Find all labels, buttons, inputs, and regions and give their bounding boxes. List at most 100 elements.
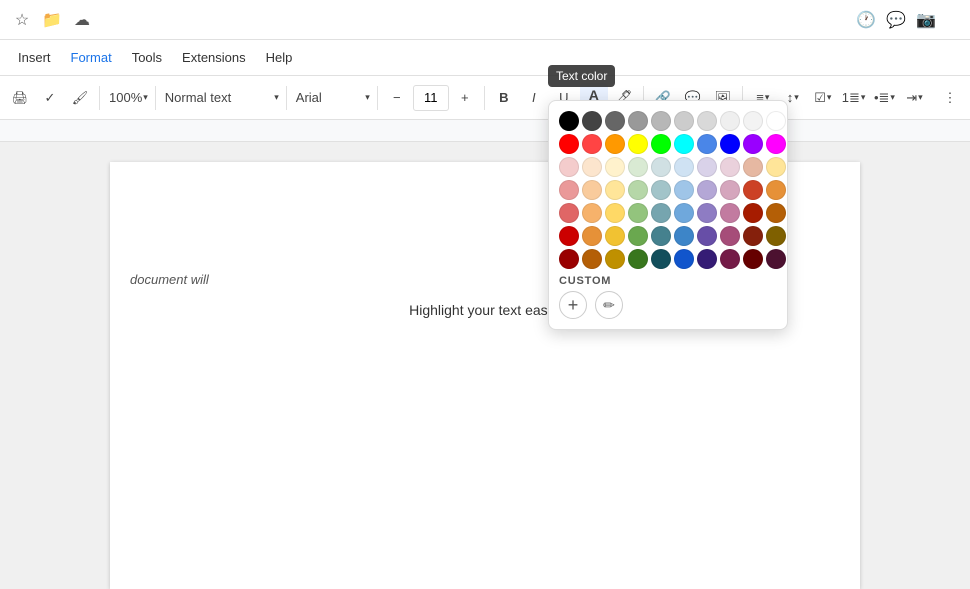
paint-format-button[interactable]: 🖌 <box>66 83 94 113</box>
color-swatch-3-9[interactable] <box>766 180 786 200</box>
color-swatch-6-2[interactable] <box>605 249 625 269</box>
color-swatch-2-3[interactable] <box>628 157 648 177</box>
color-swatch-1-9[interactable] <box>766 134 786 154</box>
color-swatch-5-3[interactable] <box>628 226 648 246</box>
color-swatch-4-8[interactable] <box>743 203 763 223</box>
italic-button[interactable]: I <box>520 83 548 113</box>
color-swatch-4-4[interactable] <box>651 203 671 223</box>
color-swatch-0-1[interactable] <box>582 111 602 131</box>
color-swatch-1-7[interactable] <box>720 134 740 154</box>
history-icon[interactable]: 🕐 <box>852 6 880 34</box>
color-swatch-2-9[interactable] <box>766 157 786 177</box>
color-swatch-0-2[interactable] <box>605 111 625 131</box>
color-swatch-3-5[interactable] <box>674 180 694 200</box>
color-swatch-0-6[interactable] <box>697 111 717 131</box>
color-swatch-6-1[interactable] <box>582 249 602 269</box>
color-swatch-3-4[interactable] <box>651 180 671 200</box>
checklist-dropdown[interactable]: ☑ ▾ <box>808 83 836 113</box>
color-swatch-0-4[interactable] <box>651 111 671 131</box>
font-size-increase-button[interactable]: + <box>451 83 479 113</box>
color-swatch-5-9[interactable] <box>766 226 786 246</box>
color-swatch-6-9[interactable] <box>766 249 786 269</box>
color-swatch-0-8[interactable] <box>743 111 763 131</box>
color-swatch-2-2[interactable] <box>605 157 625 177</box>
unordered-list-dropdown[interactable]: •≣ ▾ <box>869 83 897 113</box>
print-button[interactable]: 🖨 <box>6 83 34 113</box>
color-swatch-6-6[interactable] <box>697 249 717 269</box>
cloud-icon[interactable]: ☁ <box>68 6 96 34</box>
menu-item-format[interactable]: Format <box>61 46 122 69</box>
line-spacing-icon: ↕ <box>787 90 794 105</box>
color-swatch-2-0[interactable] <box>559 157 579 177</box>
color-swatch-2-8[interactable] <box>743 157 763 177</box>
color-swatch-4-1[interactable] <box>582 203 602 223</box>
color-swatch-4-6[interactable] <box>697 203 717 223</box>
color-swatch-4-7[interactable] <box>720 203 740 223</box>
menu-item-insert[interactable]: Insert <box>8 46 61 69</box>
color-swatch-5-4[interactable] <box>651 226 671 246</box>
pick-color-button[interactable]: ✏ <box>595 291 623 319</box>
color-swatch-4-5[interactable] <box>674 203 694 223</box>
color-swatch-5-5[interactable] <box>674 226 694 246</box>
font-size-decrease-button[interactable]: − <box>383 83 411 113</box>
color-swatch-4-2[interactable] <box>605 203 625 223</box>
color-swatch-2-6[interactable] <box>697 157 717 177</box>
color-swatch-5-1[interactable] <box>582 226 602 246</box>
add-custom-color-button[interactable]: + <box>559 291 587 319</box>
color-swatch-3-7[interactable] <box>720 180 740 200</box>
color-swatch-3-0[interactable] <box>559 180 579 200</box>
comment-icon[interactable]: 💬 <box>882 6 910 34</box>
color-swatch-3-8[interactable] <box>743 180 763 200</box>
bold-button[interactable]: B <box>490 83 518 113</box>
color-swatch-3-3[interactable] <box>628 180 648 200</box>
color-swatch-1-5[interactable] <box>674 134 694 154</box>
color-swatch-6-0[interactable] <box>559 249 579 269</box>
ordered-list-dropdown[interactable]: 1≣ ▾ <box>838 83 868 113</box>
color-swatch-6-5[interactable] <box>674 249 694 269</box>
color-swatch-1-6[interactable] <box>697 134 717 154</box>
videocam-icon[interactable]: 📷 <box>912 6 940 34</box>
color-swatch-6-4[interactable] <box>651 249 671 269</box>
star-icon[interactable]: ☆ <box>8 6 36 34</box>
color-swatch-6-3[interactable] <box>628 249 648 269</box>
color-swatch-4-9[interactable] <box>766 203 786 223</box>
style-dropdown[interactable]: Normal text ▾ <box>161 83 281 113</box>
color-swatch-3-2[interactable] <box>605 180 625 200</box>
color-swatch-0-5[interactable] <box>674 111 694 131</box>
color-swatch-0-9[interactable] <box>766 111 786 131</box>
color-swatch-0-0[interactable] <box>559 111 579 131</box>
color-swatch-0-3[interactable] <box>628 111 648 131</box>
font-size-input[interactable]: 11 <box>413 85 449 111</box>
folder-icon[interactable]: 📁 <box>38 6 66 34</box>
more-button[interactable]: ⋮ <box>936 83 964 113</box>
color-swatch-3-1[interactable] <box>582 180 602 200</box>
color-swatch-5-6[interactable] <box>697 226 717 246</box>
zoom-dropdown[interactable]: 100% ▾ <box>105 83 150 113</box>
indent-dropdown[interactable]: ⇥ ▾ <box>899 83 927 113</box>
color-swatch-2-1[interactable] <box>582 157 602 177</box>
color-swatch-6-7[interactable] <box>720 249 740 269</box>
menu-item-help[interactable]: Help <box>256 46 303 69</box>
color-swatch-5-2[interactable] <box>605 226 625 246</box>
color-swatch-4-3[interactable] <box>628 203 648 223</box>
color-swatch-4-0[interactable] <box>559 203 579 223</box>
color-swatch-5-7[interactable] <box>720 226 740 246</box>
color-swatch-1-2[interactable] <box>605 134 625 154</box>
color-swatch-1-1[interactable] <box>582 134 602 154</box>
color-swatch-0-7[interactable] <box>720 111 740 131</box>
color-swatch-1-8[interactable] <box>743 134 763 154</box>
color-swatch-3-6[interactable] <box>697 180 717 200</box>
color-swatch-5-0[interactable] <box>559 226 579 246</box>
font-dropdown[interactable]: Arial ▾ <box>292 83 372 113</box>
color-swatch-6-8[interactable] <box>743 249 763 269</box>
spelling-button[interactable]: ✓ <box>36 83 64 113</box>
color-swatch-1-0[interactable] <box>559 134 579 154</box>
color-swatch-1-4[interactable] <box>651 134 671 154</box>
menu-item-tools[interactable]: Tools <box>122 46 172 69</box>
color-swatch-1-3[interactable] <box>628 134 648 154</box>
color-swatch-2-4[interactable] <box>651 157 671 177</box>
menu-item-extensions[interactable]: Extensions <box>172 46 256 69</box>
color-swatch-2-7[interactable] <box>720 157 740 177</box>
color-swatch-2-5[interactable] <box>674 157 694 177</box>
color-swatch-5-8[interactable] <box>743 226 763 246</box>
